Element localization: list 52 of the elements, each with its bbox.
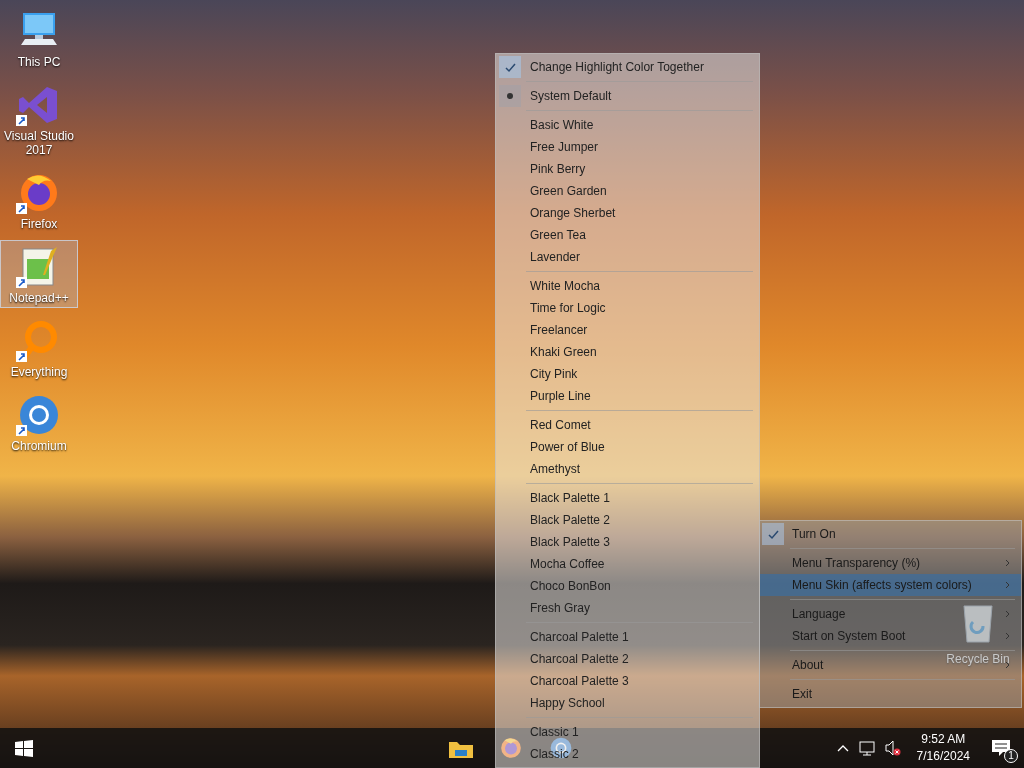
desktop-icon[interactable]: Visual Studio 2017 <box>0 78 78 160</box>
menu-item[interactable]: Classic 1 <box>496 721 759 743</box>
menu-item[interactable]: Charcoal Palette 3 <box>496 670 759 692</box>
checkbox[interactable] <box>499 56 521 78</box>
menu-item[interactable]: Turn On <box>792 525 836 543</box>
windows-logo-icon <box>15 739 33 757</box>
menu-item[interactable]: Free Jumper <box>496 136 759 158</box>
menu-item[interactable]: Lavender <box>496 246 759 268</box>
menu-item[interactable]: Green Tea <box>496 224 759 246</box>
desktop-icon[interactable]: Firefox <box>0 166 78 234</box>
menu-item[interactable]: Orange Sherbet <box>496 202 759 224</box>
menu-item[interactable]: Pink Berry <box>496 158 759 180</box>
menu-item[interactable]: Red Comet <box>496 414 759 436</box>
menu-item[interactable]: Time for Logic <box>496 297 759 319</box>
checkbox[interactable] <box>762 523 784 545</box>
checkmark-icon <box>767 528 779 540</box>
menu-item[interactable]: Charcoal Palette 1 <box>496 626 759 648</box>
clock-date[interactable]: 7/16/2024 <box>916 748 970 765</box>
bullet-icon <box>507 93 513 99</box>
menu-item[interactable]: Black Palette 1 <box>496 487 759 509</box>
checkmark-icon <box>504 61 516 73</box>
menu-item[interactable]: Freelancer <box>496 319 759 341</box>
volume-muted-icon <box>884 740 901 756</box>
menu-item[interactable]: Amethyst <box>496 458 759 480</box>
menu-item[interactable]: Choco BonBon <box>496 575 759 597</box>
desktop-icon[interactable]: This PC <box>0 4 78 72</box>
notification-count: 1 <box>1004 749 1018 763</box>
menu-item[interactable]: System Default <box>496 85 759 107</box>
chevron-up-icon <box>836 744 849 752</box>
menu-item[interactable]: Black Palette 3 <box>496 531 759 553</box>
notification-button[interactable]: 1 <box>986 733 1016 763</box>
clock-time[interactable]: 9:52 AM <box>921 731 966 748</box>
menu-item[interactable]: Menu Transparency (%) <box>792 554 921 572</box>
menu-item[interactable]: Charcoal Palette 2 <box>496 648 759 670</box>
menu-item[interactable]: Fresh Gray <box>496 597 759 619</box>
menu-item[interactable]: City Pink <box>496 363 759 385</box>
menu-item[interactable]: Exit <box>792 685 812 703</box>
menu-item[interactable]: Change Highlight Color Together <box>496 56 759 78</box>
network-icon <box>858 740 875 756</box>
ring-logo-icon <box>17 393 61 437</box>
menu-item[interactable]: Power of Blue <box>496 436 759 458</box>
menu-item[interactable]: Mocha Coffee <box>496 553 759 575</box>
menu-item[interactable]: Basic White <box>496 114 759 136</box>
menu-item[interactable]: Happy School <box>496 692 759 714</box>
menu-item[interactable]: Khaki Green <box>496 341 759 363</box>
menu-item[interactable]: Black Palette 2 <box>496 509 759 531</box>
menu-item[interactable]: Green Garden <box>496 180 759 202</box>
message-icon <box>991 739 1011 757</box>
menu-item[interactable]: About <box>792 656 824 674</box>
fox-globe-icon <box>499 736 523 760</box>
menu-item[interactable]: White Mocha <box>496 275 759 297</box>
menu-item[interactable]: Purple Line <box>496 385 759 407</box>
